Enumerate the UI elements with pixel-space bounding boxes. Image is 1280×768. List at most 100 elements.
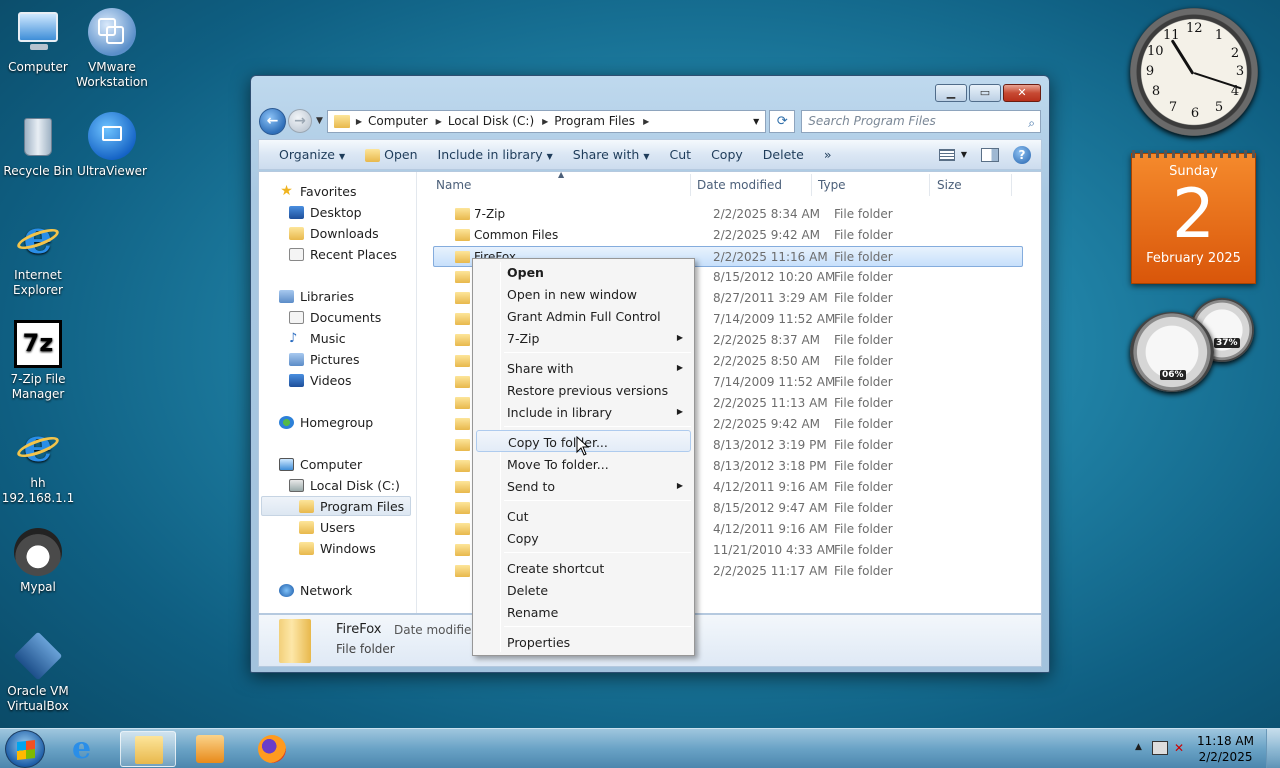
nav-network[interactable]: Network (279, 580, 352, 600)
nav-music[interactable]: ♪ Music (289, 328, 346, 348)
maximize-button[interactable]: ▭ (969, 84, 1001, 102)
nav-program-files[interactable]: Program Files (261, 496, 411, 516)
column-divider[interactable] (929, 174, 930, 196)
taskbar-internet-explorer[interactable]: e (58, 731, 114, 767)
nav-libraries[interactable]: Libraries (279, 286, 354, 306)
taskbar-windows-explorer[interactable] (120, 731, 176, 767)
organize-button[interactable]: Organize ▼ (269, 147, 355, 162)
menu-item-copy[interactable]: Copy (476, 527, 691, 549)
context-menu[interactable]: Open Open in new window Grant Admin Full… (472, 258, 695, 656)
breadcrumb-arrow-icon[interactable]: ▶ (356, 117, 362, 126)
menu-item-restore-versions[interactable]: Restore previous versions (476, 379, 691, 401)
desktop-icon-ultraviewer[interactable]: UltraViewer (74, 112, 150, 179)
column-name[interactable]: Name (436, 178, 471, 192)
column-divider[interactable] (811, 174, 812, 196)
cut-button[interactable]: Cut (660, 147, 702, 162)
show-hidden-icons-icon[interactable]: ▲ (1135, 742, 1142, 752)
system-clock[interactable]: 11:18 AM 2/2/2025 (1197, 733, 1254, 765)
breadcrumb-program-files[interactable]: Program Files (554, 114, 635, 128)
address-dropdown-icon[interactable]: ▼ (747, 117, 765, 126)
view-dropdown-icon[interactable]: ▼ (961, 150, 967, 159)
recent-pages-dropdown[interactable]: ▼ (316, 116, 323, 126)
refresh-button[interactable]: ⟳ (769, 109, 796, 133)
menu-item-7zip[interactable]: 7-Zip ▶ (476, 327, 691, 349)
nav-downloads[interactable]: Downloads (289, 223, 379, 243)
network-status-icon[interactable] (1152, 741, 1168, 755)
nav-users[interactable]: Users (299, 517, 355, 537)
menu-item-create-shortcut[interactable]: Create shortcut (476, 557, 691, 579)
desktop-icon-mypal[interactable]: Mypal (0, 528, 76, 595)
search-icon[interactable]: ⌕ (1028, 113, 1035, 134)
clock-date: 2/2/2025 (1198, 750, 1253, 764)
share-with-button[interactable]: Share with ▼ (563, 147, 660, 162)
breadcrumb-computer[interactable]: Computer (368, 114, 428, 128)
menu-item-send-to[interactable]: Send to ▶ (476, 475, 691, 497)
column-size[interactable]: Size (937, 178, 962, 192)
column-type[interactable]: Type (818, 178, 846, 192)
change-view-icon[interactable] (938, 148, 955, 161)
more-commands-button[interactable]: » (814, 147, 842, 162)
preview-pane-icon[interactable] (981, 147, 999, 162)
nav-label: Downloads (310, 225, 379, 241)
desktop-icon-internet-explorer[interactable]: e Internet Explorer (0, 210, 76, 298)
minimize-button[interactable]: ▁ (935, 84, 967, 102)
forward-button[interactable]: → (287, 109, 312, 133)
taskbar-firefox[interactable] (244, 731, 300, 767)
start-button[interactable] (5, 730, 45, 768)
back-button[interactable]: ← (259, 107, 286, 135)
menu-item-cut[interactable]: Cut (476, 505, 691, 527)
help-icon[interactable]: ? (1013, 145, 1031, 164)
menu-item-properties[interactable]: Properties (476, 631, 691, 653)
menu-item-grant-admin[interactable]: Grant Admin Full Control (476, 305, 691, 327)
file-type: File folder (834, 543, 893, 557)
nav-local-disk[interactable]: Local Disk (C:) (289, 475, 400, 495)
clock-gadget[interactable]: 12 1 2 3 4 5 6 7 8 9 10 11 (1130, 8, 1258, 136)
desktop-icon-7zip[interactable]: 7z 7-Zip File Manager (0, 320, 76, 402)
nav-recent-places[interactable]: Recent Places (289, 244, 397, 264)
menu-item-rename[interactable]: Rename (476, 601, 691, 623)
nav-documents[interactable]: Documents (289, 307, 381, 327)
nav-favorites[interactable]: ★ Favorites (279, 181, 356, 201)
address-bar[interactable]: ▶ Computer ▶ Local Disk (C:) ▶ Program Fil… (326, 109, 767, 133)
navigation-pane[interactable]: ★ Favorites Desktop Downloads Recent Plac… (259, 172, 417, 613)
cpu-meter-gadget[interactable]: 06% (1130, 312, 1214, 392)
nav-desktop[interactable]: Desktop (289, 202, 362, 222)
libraries-icon (279, 289, 294, 303)
folder-icon (299, 520, 314, 534)
desktop-icon-vmware[interactable]: VMware Workstation (74, 8, 150, 90)
desktop-icon-hh[interactable]: e hh 192.168.1.1 (0, 418, 76, 506)
close-button[interactable]: ✕ (1003, 84, 1041, 102)
menu-item-include-in-library[interactable]: Include in library ▶ (476, 401, 691, 423)
table-row[interactable]: 7-Zip 2/2/2025 8:34 AM File folder (434, 204, 1024, 225)
delete-button[interactable]: Delete (753, 147, 814, 162)
desktop-icon-computer[interactable]: Computer (0, 8, 76, 75)
breadcrumb-arrow-icon[interactable]: ▶ (542, 117, 548, 126)
nav-homegroup[interactable]: Homegroup (279, 412, 373, 432)
copy-button[interactable]: Copy (701, 147, 753, 162)
calendar-gadget[interactable]: Sunday 2 February 2025 (1131, 150, 1256, 284)
include-in-library-button[interactable]: Include in library ▼ (428, 147, 563, 162)
nav-computer[interactable]: Computer (279, 454, 362, 474)
column-divider[interactable] (690, 174, 691, 196)
breadcrumb-local-disk[interactable]: Local Disk (C:) (448, 114, 534, 128)
menu-item-delete[interactable]: Delete (476, 579, 691, 601)
menu-item-share-with[interactable]: Share with ▶ (476, 357, 691, 379)
desktop-icon-virtualbox[interactable]: Oracle VM VirtualBox (0, 631, 76, 714)
search-input[interactable]: Search Program Files ⌕ (801, 109, 1041, 134)
column-date-modified[interactable]: Date modified (697, 178, 782, 192)
desktop-icon-recycle-bin[interactable]: Recycle Bin (0, 112, 76, 179)
nav-videos[interactable]: Videos (289, 370, 352, 390)
menu-item-open[interactable]: Open (476, 261, 691, 283)
menu-item-move-to-folder[interactable]: Move To folder... (476, 453, 691, 475)
show-desktop-button[interactable] (1266, 729, 1280, 768)
open-button[interactable]: Open (355, 147, 427, 162)
breadcrumb-arrow-icon[interactable]: ▶ (436, 117, 442, 126)
taskbar-media-player[interactable] (182, 731, 238, 767)
nav-pictures[interactable]: Pictures (289, 349, 360, 369)
table-row[interactable]: Common Files 2/2/2025 9:42 AM File folder (434, 225, 1024, 246)
nav-windows[interactable]: Windows (299, 538, 376, 558)
column-divider[interactable] (1011, 174, 1012, 196)
menu-item-open-new-window[interactable]: Open in new window (476, 283, 691, 305)
breadcrumb-arrow-icon[interactable]: ▶ (643, 117, 649, 126)
volume-muted-icon[interactable]: ✕ (1174, 741, 1190, 755)
